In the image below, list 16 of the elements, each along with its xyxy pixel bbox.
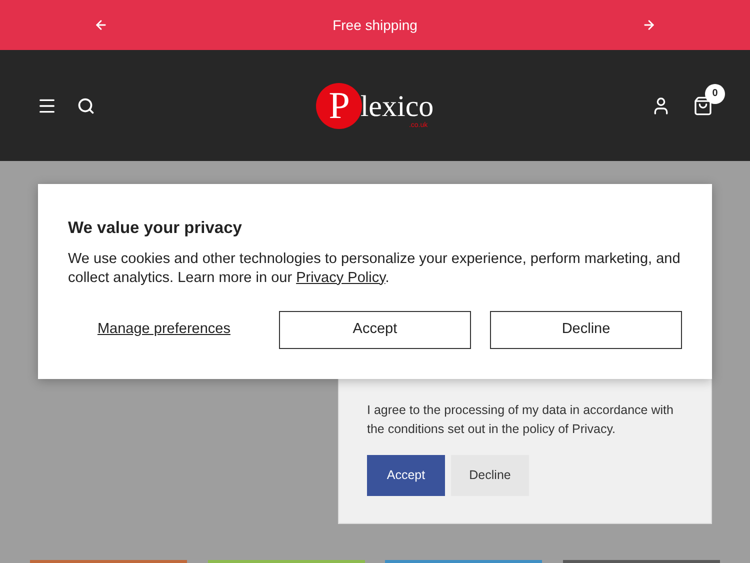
cart-count-badge: 0 [705, 84, 725, 104]
announcement-text: Free shipping [332, 16, 418, 35]
privacy-policy-link[interactable]: Privacy Policy [296, 270, 386, 286]
decline-button[interactable]: Decline [490, 310, 682, 348]
cart-icon[interactable] [693, 96, 713, 116]
decline-button[interactable]: Decline [451, 455, 529, 496]
logo-word[interactable]: lexico [360, 92, 434, 122]
cookie-text: I agree to the processing of my data in accordance with the conditions set out in the policy of Privacy. [367, 402, 674, 438]
search-icon[interactable] [77, 96, 95, 114]
accept-button[interactable]: Accept [367, 455, 445, 496]
dialog-title: We value your privacy [68, 220, 243, 236]
next-arrow-icon[interactable] [642, 18, 656, 32]
dialog-text: We use cookies and other technologies to personalize your experience, perform marketing, and collect analytics. Learn more in our Privacy Policy. [68, 250, 682, 288]
logo-letter[interactable]: P [316, 82, 362, 128]
accept-button[interactable]: Accept [278, 310, 471, 348]
manage-preferences-link[interactable]: Manage preferences [68, 318, 260, 340]
